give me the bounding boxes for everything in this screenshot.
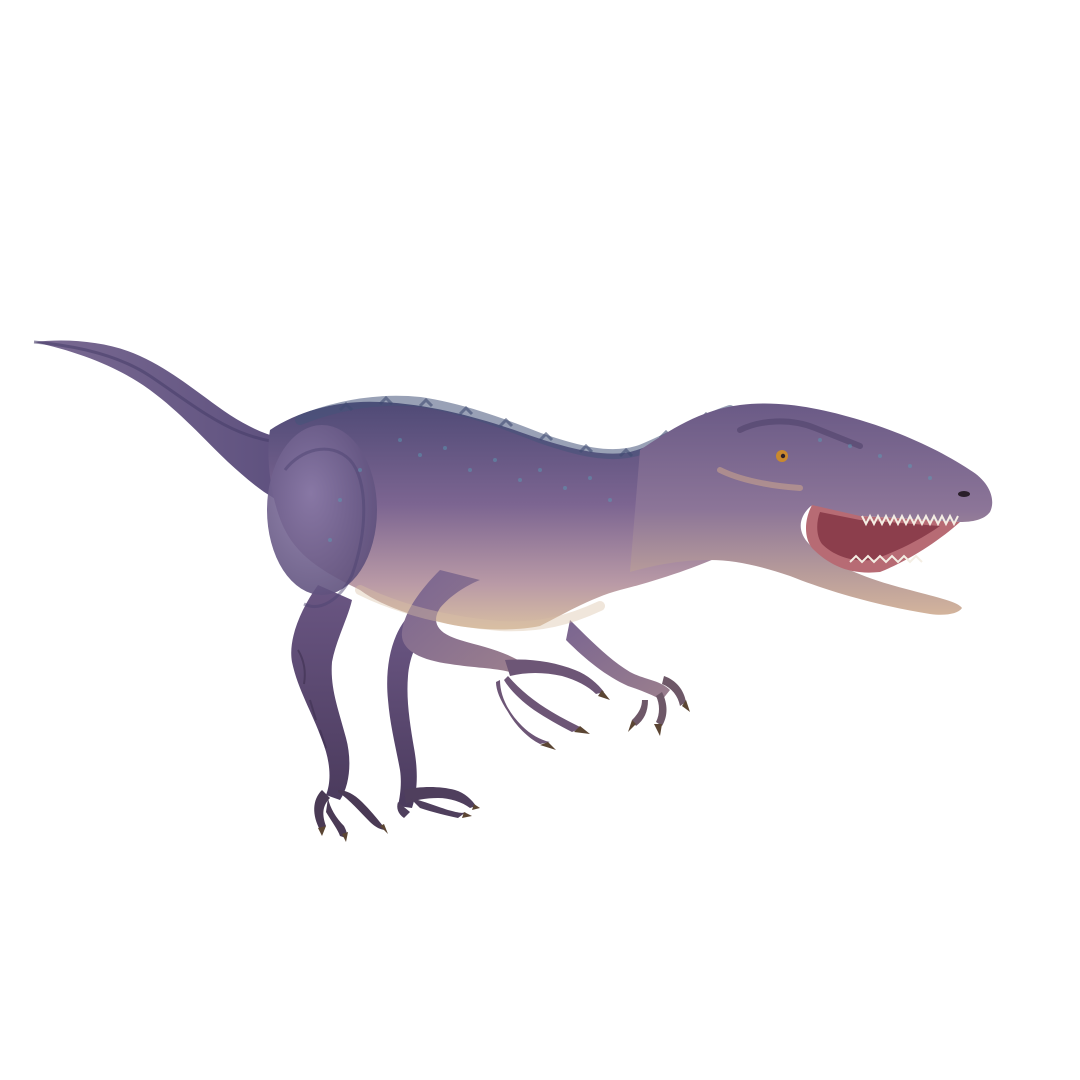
head	[630, 403, 993, 615]
image-canvas	[0, 0, 1080, 1080]
dinosaur-illustration	[33, 340, 993, 842]
tail	[33, 340, 301, 510]
left-hind-leg	[291, 585, 388, 842]
